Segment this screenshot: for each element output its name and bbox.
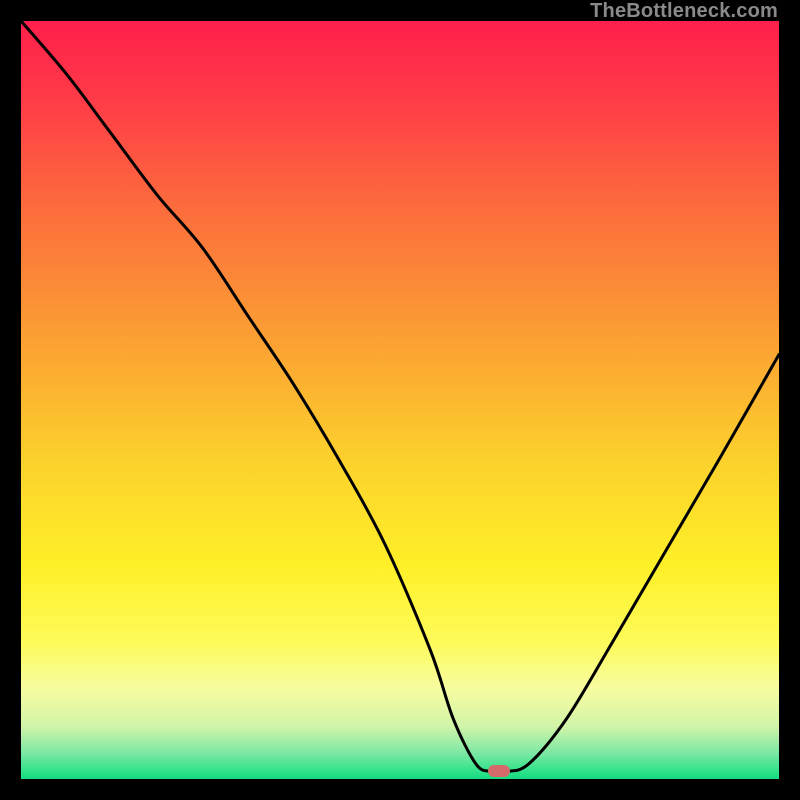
watermark-text: TheBottleneck.com (590, 0, 778, 23)
plot-area (21, 21, 779, 779)
optimum-marker (488, 765, 510, 777)
chart-frame: TheBottleneck.com (0, 0, 800, 800)
bottleneck-curve (21, 21, 779, 779)
